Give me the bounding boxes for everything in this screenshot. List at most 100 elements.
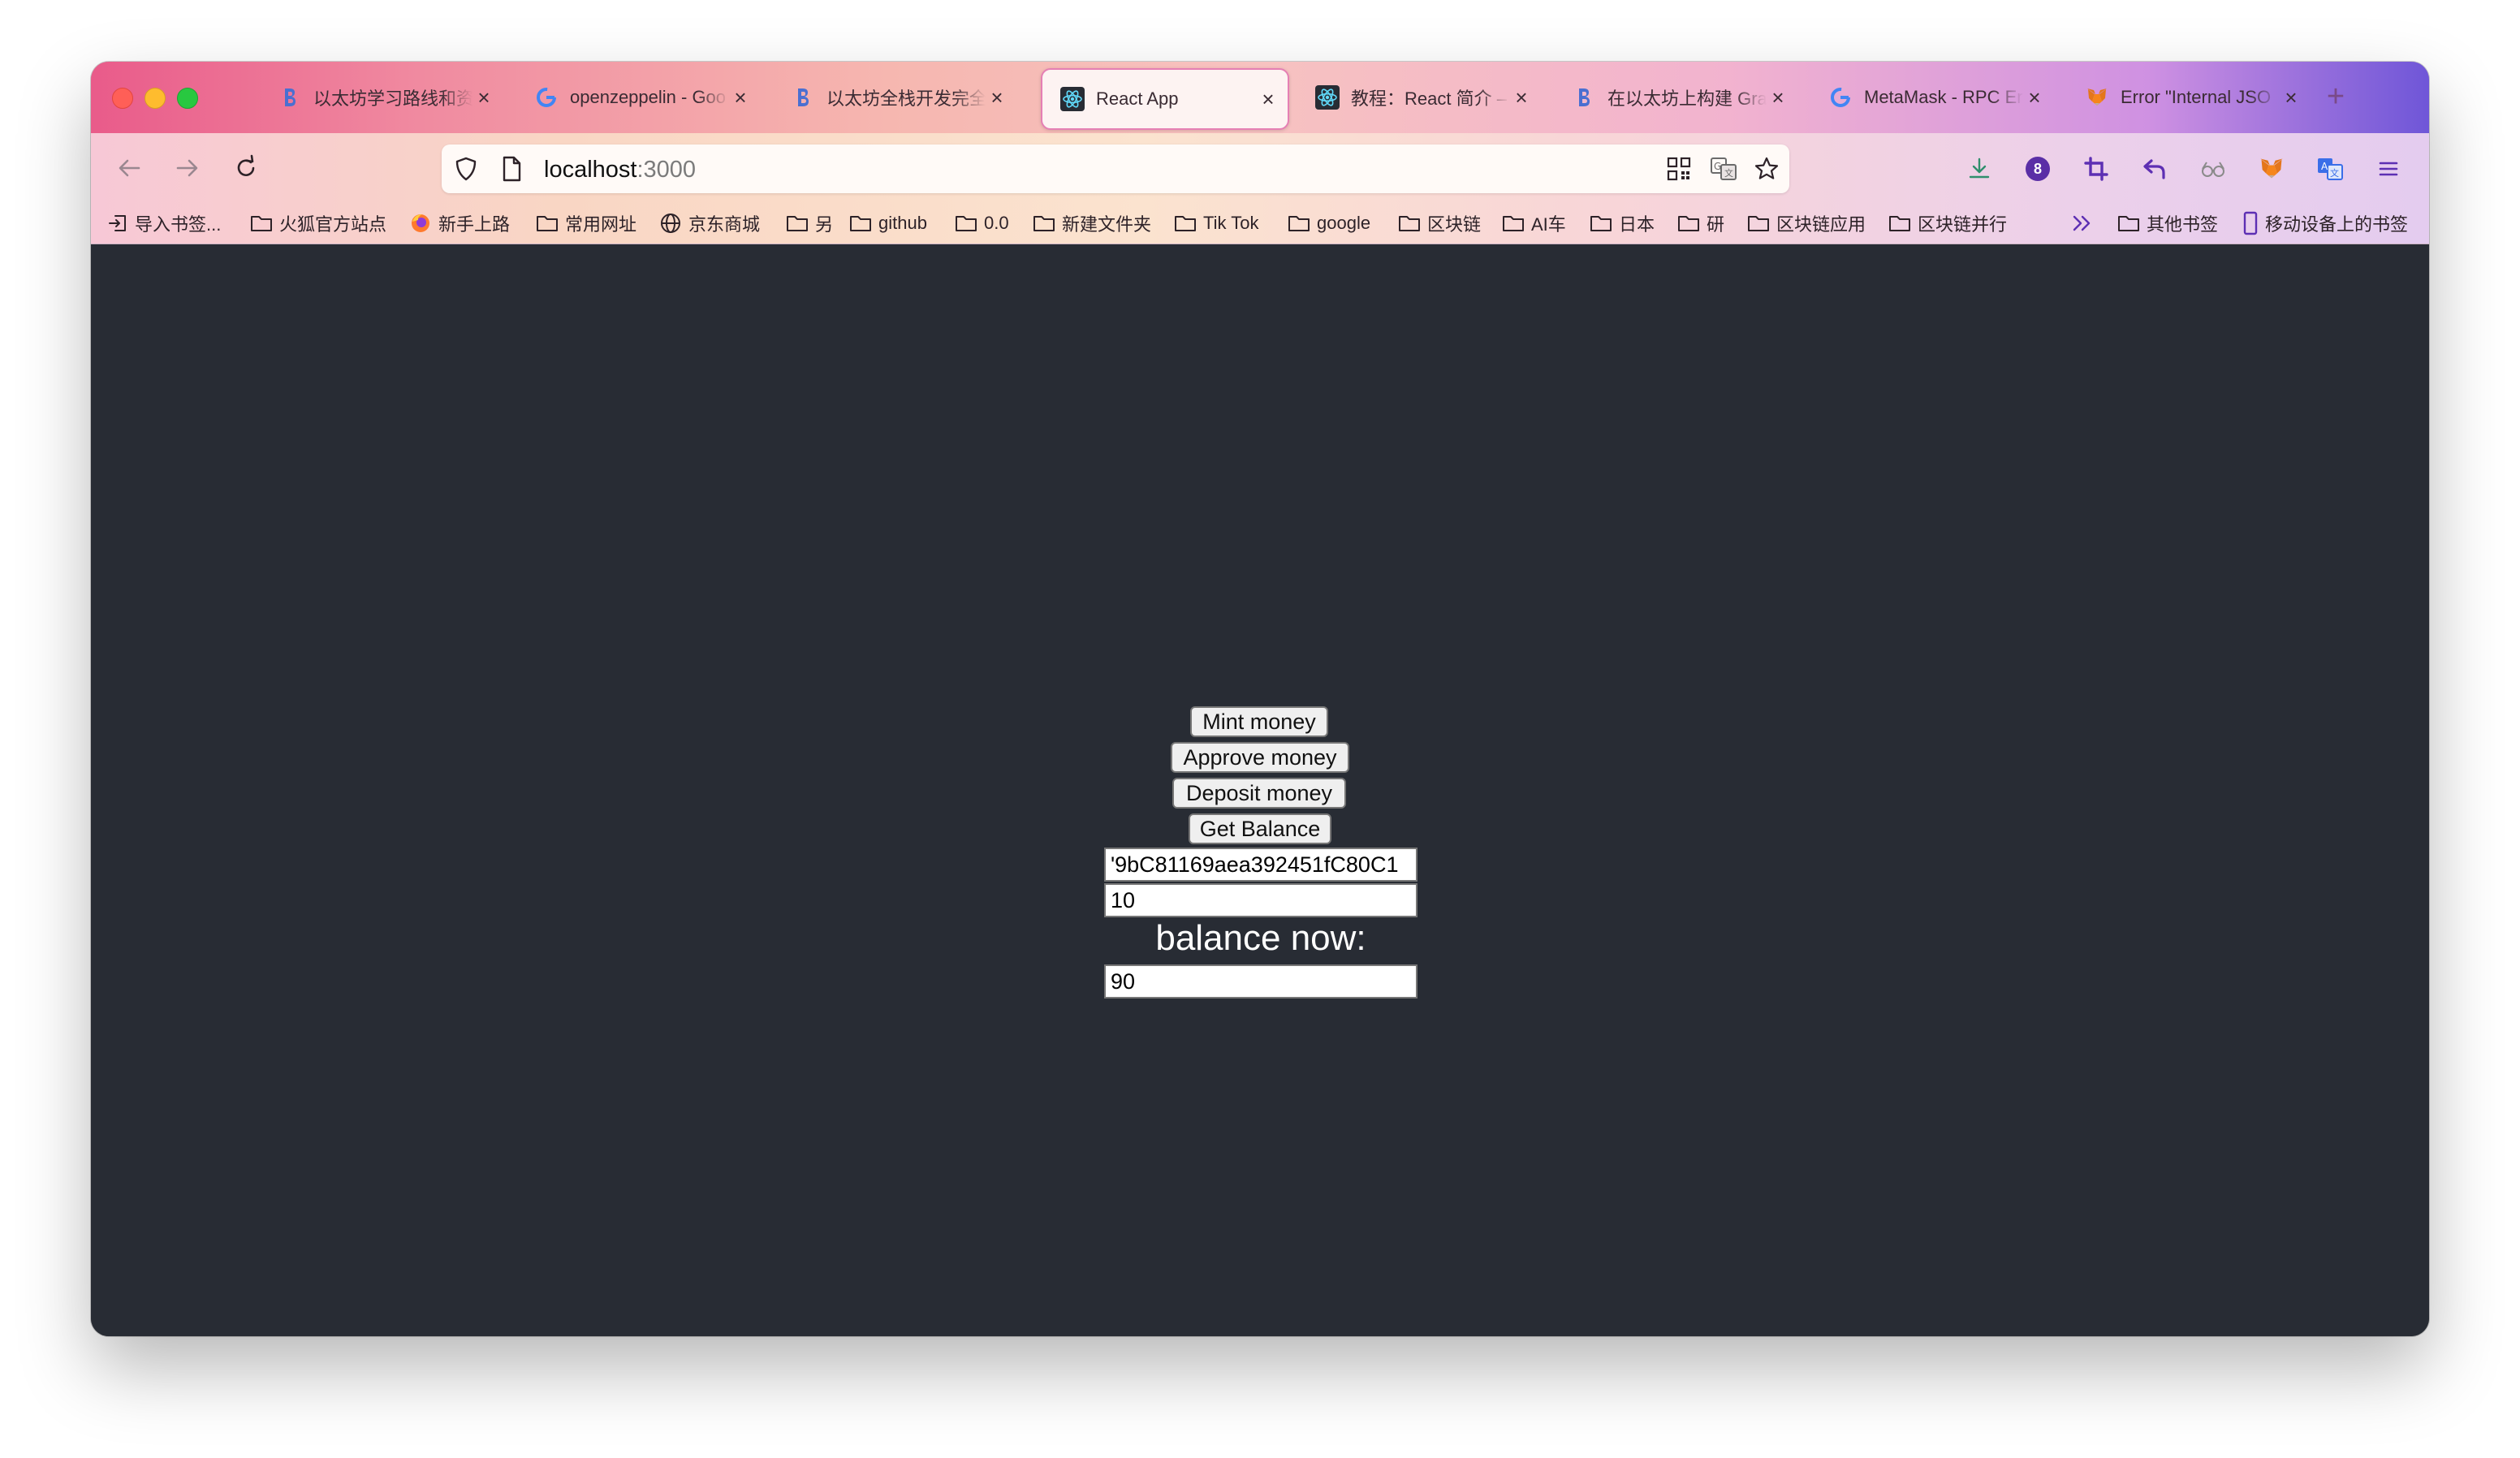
- close-icon[interactable]: ×: [472, 85, 495, 110]
- amount-input[interactable]: 10: [1104, 883, 1418, 917]
- nav-toolbar: localhost:3000 G文 8 A 文: [91, 133, 2429, 203]
- bookmark-label: 移动设备上的书签: [2265, 214, 2409, 235]
- new-tab-button[interactable]: +: [2315, 76, 2356, 117]
- bookmark-link[interactable]: 新手上路: [409, 209, 510, 237]
- bookmarks-overflow-button[interactable]: [2070, 209, 2101, 237]
- forward-button[interactable]: [169, 149, 206, 187]
- bookmark-folder[interactable]: 0.0: [955, 209, 1009, 237]
- folder-icon: [1889, 216, 1910, 231]
- bookmark-folder[interactable]: google: [1288, 209, 1370, 237]
- get-balance-button[interactable]: Get Balance: [1189, 813, 1331, 844]
- close-icon[interactable]: ×: [1257, 87, 1279, 112]
- bookmark-label: google: [1317, 213, 1371, 233]
- tab-6[interactable]: MetaMask - RPC Er ×: [1810, 68, 2054, 127]
- glasses-icon[interactable]: [2197, 153, 2229, 185]
- bookmarks-bar: 导入书签... 火狐官方站点 新手上路 常用网址 京东商城 另 github 0…: [91, 203, 2429, 244]
- tab-3-active[interactable]: React App ×: [1041, 68, 1289, 130]
- tab-title: Error "Internal JSO: [2121, 87, 2272, 107]
- bookmark-label: 区块链应用: [1776, 214, 1866, 235]
- deposit-money-button[interactable]: Deposit money: [1172, 778, 1346, 809]
- bookmark-folder[interactable]: 另: [786, 209, 833, 237]
- back-button[interactable]: [110, 149, 148, 187]
- bookmark-label: AI车: [1531, 214, 1566, 235]
- close-icon[interactable]: ×: [1767, 85, 1789, 110]
- react-logo-icon: [1060, 87, 1085, 111]
- browser-chrome: 以太坊学习路线和资 × openzeppelin - Goo × 以太坊全栈开发…: [91, 62, 2429, 244]
- bookmark-folder[interactable]: 区块链并行: [1888, 209, 2007, 237]
- translate-extension-icon[interactable]: A文: [2314, 153, 2346, 185]
- mint-money-button[interactable]: Mint money: [1190, 706, 1328, 737]
- tab-7[interactable]: Error "Internal JSO ×: [2067, 68, 2311, 127]
- address-bar[interactable]: localhost:3000 G文: [442, 145, 1789, 193]
- bookmark-folder[interactable]: 日本: [1590, 209, 1655, 237]
- bookmark-folder[interactable]: AI车: [1502, 209, 1566, 237]
- bookmark-label: 研: [1707, 214, 1725, 235]
- download-icon[interactable]: [1963, 153, 1996, 185]
- bookmark-folder[interactable]: 新建文件夹: [1033, 209, 1151, 237]
- google-g-icon: [1828, 85, 1853, 110]
- address-input[interactable]: '9bC81169aea392451fC80C1: [1104, 848, 1418, 882]
- close-icon[interactable]: ×: [1510, 85, 1533, 110]
- bookmark-label: Tik Tok: [1203, 213, 1259, 233]
- tab-1[interactable]: openzeppelin - Goo ×: [516, 68, 760, 127]
- crop-icon[interactable]: [2080, 153, 2112, 185]
- tab-0[interactable]: 以太坊学习路线和资 ×: [260, 68, 503, 127]
- tab-title: 以太坊全栈开发完全: [826, 88, 986, 109]
- menu-icon[interactable]: [2372, 153, 2405, 185]
- shield-icon[interactable]: [453, 156, 479, 186]
- close-icon[interactable]: ×: [2280, 85, 2302, 110]
- tab-strip: 以太坊学习路线和资 × openzeppelin - Goo × 以太坊全栈开发…: [91, 62, 2429, 133]
- tab-5[interactable]: 在以太坊上构建 Gra ×: [1554, 68, 1797, 127]
- close-window-button[interactable]: [112, 88, 133, 109]
- bookmark-link[interactable]: 京东商城: [659, 209, 760, 237]
- close-icon[interactable]: ×: [2023, 85, 2046, 110]
- bookmark-folder[interactable]: Tik Tok: [1174, 209, 1258, 237]
- bookmark-other-folder[interactable]: 其他书签: [2117, 209, 2218, 237]
- svg-text:A: A: [2321, 161, 2328, 172]
- google-g-icon: [534, 85, 559, 110]
- bookmark-folder[interactable]: 常用网址: [536, 209, 636, 237]
- bookmark-label: github: [878, 213, 927, 233]
- folder-icon: [251, 216, 272, 231]
- tab-4[interactable]: 教程：React 简介 – ×: [1297, 68, 1541, 127]
- bookmark-folder[interactable]: 区块链: [1398, 209, 1481, 237]
- balance-output[interactable]: 90: [1104, 964, 1418, 999]
- bookmark-import[interactable]: 导入书签...: [107, 209, 221, 237]
- bookmark-folder[interactable]: 火狐官方站点: [250, 209, 386, 237]
- extension-badge-icon[interactable]: 8: [2022, 153, 2054, 185]
- svg-text:G: G: [1714, 161, 1721, 172]
- tab-2[interactable]: 以太坊全栈开发完全 ×: [773, 68, 1016, 127]
- chevron-double-right-icon: [2073, 215, 2091, 231]
- metamask-fox-icon[interactable]: [2255, 153, 2288, 185]
- folder-icon: [1175, 216, 1196, 231]
- folder-icon: [1590, 216, 1612, 231]
- url-text[interactable]: localhost:3000: [544, 157, 696, 183]
- bookmark-label: 其他书签: [2147, 214, 2219, 235]
- minimize-window-button[interactable]: [145, 88, 166, 109]
- extension-badge-count: 8: [2026, 157, 2050, 181]
- close-icon[interactable]: ×: [729, 85, 752, 110]
- reload-icon: [237, 154, 255, 176]
- reload-button[interactable]: [227, 149, 265, 187]
- forward-arrow-icon: [176, 159, 198, 177]
- folder-icon: [1399, 216, 1420, 231]
- bookmark-mobile-folder[interactable]: 移动设备上的书签: [2242, 209, 2408, 237]
- bookmark-folder[interactable]: 区块链应用: [1747, 209, 1866, 237]
- approve-money-button[interactable]: Approve money: [1171, 742, 1349, 773]
- page-icon[interactable]: [500, 156, 523, 186]
- translate-icon[interactable]: G文: [1710, 156, 1737, 186]
- tab-title: MetaMask - RPC Er: [1864, 87, 2023, 107]
- star-bookmark-icon[interactable]: [1754, 156, 1780, 186]
- folder-icon: [537, 216, 558, 231]
- bookmark-label: 新建文件夹: [1062, 214, 1152, 235]
- maximize-window-button[interactable]: [177, 88, 198, 109]
- close-icon[interactable]: ×: [986, 85, 1008, 110]
- bookmark-label: 0.0: [984, 213, 1009, 233]
- bookmark-folder[interactable]: 研: [1677, 209, 1724, 237]
- blockchain-logo-icon: [1572, 85, 1596, 110]
- qr-code-icon[interactable]: [1666, 156, 1692, 186]
- bookmark-folder[interactable]: github: [849, 209, 927, 237]
- bookmark-label: 新手上路: [438, 214, 511, 235]
- metamask-fox-icon: [2085, 85, 2109, 110]
- undo-share-icon[interactable]: [2138, 153, 2171, 185]
